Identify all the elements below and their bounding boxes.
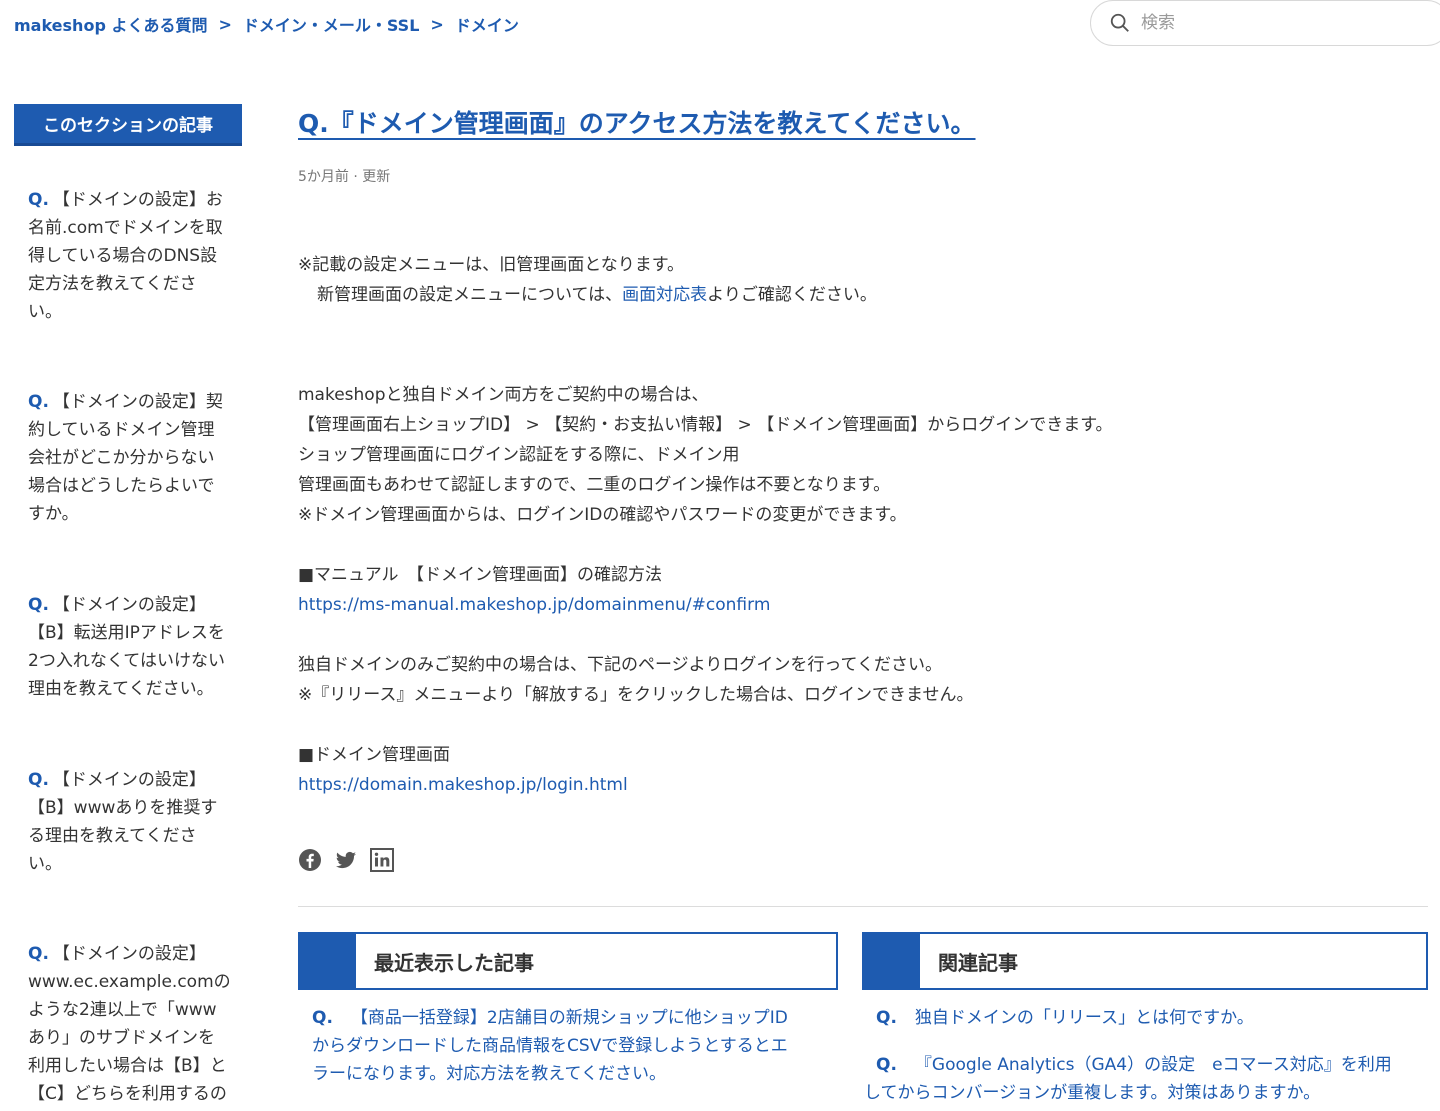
q-mark: Q. (876, 1008, 897, 1028)
article-meta: 5か月前 · 更新 (298, 169, 391, 185)
breadcrumb-separator: > (218, 14, 232, 34)
breadcrumb-separator: > (430, 14, 444, 34)
breadcrumb: makeshop よくある質問 > ドメイン・メール・SSL > ドメイン (14, 12, 519, 36)
manual-heading: ■マニュアル 【ドメイン管理画面】の確認方法 (298, 565, 663, 585)
share-buttons (298, 848, 394, 872)
header-accent (300, 934, 356, 988)
notice-line: ※記載の設定メニューは、旧管理画面となります。 (298, 255, 685, 275)
screen-correspondence-link[interactable]: 画面対応表 (622, 285, 707, 305)
q-mark: Q. (28, 392, 49, 412)
manual-block: ■マニュアル 【ドメイン管理画面】の確認方法 https://ms-manual… (298, 560, 770, 620)
sidebar-article-5[interactable]: Q. 【ドメインの設定】 www.ec.example.comの ような2連以上で… (28, 940, 250, 1108)
q-mark: Q. (28, 190, 49, 210)
breadcrumb-item-category[interactable]: ドメイン・メール・SSL (243, 12, 420, 36)
sidebar-article-2[interactable]: Q. 【ドメインの設定】契 約しているドメイン管理 会社がどこか分からない 場合は… (28, 388, 250, 528)
search-input[interactable] (1141, 13, 1421, 33)
q-mark: Q. (312, 1008, 333, 1028)
section-sidebar: このセクションの記事 Q. 【ドメインの設定】お 名前.comでドメインを取 得し… (14, 104, 250, 1104)
body-line: ※ドメイン管理画面からは、ログインIDの確認やパスワードの変更ができます。 (298, 505, 907, 525)
body-line: 【管理画面右上ショップID】 > 【契約・お支払い情報】 > 【ドメイン管理画面… (298, 415, 1113, 435)
own-domain-block: 独自ドメインのみご契約中の場合は、下記のページよりログインを行ってください。 ※… (298, 650, 974, 710)
body-line: makeshopと独自ドメイン両方をご契約中の場合は、 (298, 385, 709, 405)
notice-line: 新管理画面の設定メニューについては、画面対応表よりご確認ください。 (317, 285, 877, 305)
sidebar-article-4[interactable]: Q. 【ドメインの設定】 【B】wwwありを推奨す る理由を教えてくださ い。 (28, 766, 250, 878)
sidebar-article-3[interactable]: Q. 【ドメインの設定】 【B】転送用IPアドレスを 2つ入れなくてはいけない 理… (28, 591, 250, 703)
search-icon (1110, 13, 1129, 32)
body-block: makeshopと独自ドメイン両方をご契約中の場合は、 【管理画面右上ショップI… (298, 380, 1113, 530)
domain-login-link[interactable]: https://domain.makeshop.jp/login.html (298, 775, 628, 795)
section-divider (298, 906, 1428, 907)
section-articles-header: このセクションの記事 (14, 104, 242, 146)
related-article-item[interactable]: Q. 『Google Analytics（GA4）の設定 eコマース対応』を利用 … (864, 1051, 1428, 1107)
recent-article-item[interactable]: Q. 【商品一括登録】2店舗目の新規ショップに他ショップID からダウンロードした… (312, 1004, 842, 1088)
body-line: ※『リリース』メニューより「解放する」をクリックした場合は、ログインできません。 (298, 685, 974, 705)
twitter-icon[interactable] (334, 848, 358, 872)
q-mark: Q. (28, 595, 49, 615)
manual-link[interactable]: https://ms-manual.makeshop.jp/domainmenu… (298, 595, 770, 615)
q-mark: Q. (28, 944, 49, 964)
domain-admin-heading: ■ドメイン管理画面 (298, 745, 451, 765)
recent-articles-header: 最近表示した記事 (298, 932, 838, 990)
notice-block: ※記載の設定メニューは、旧管理画面となります。 新管理画面の設定メニューについて… (298, 250, 877, 310)
body-line: 独自ドメインのみご契約中の場合は、下記のページよりログインを行ってください。 (298, 655, 942, 675)
body-line: 管理画面もあわせて認証しますので、二重のログイン操作は不要となります。 (298, 475, 891, 495)
search-box[interactable] (1090, 0, 1440, 46)
q-mark: Q. (876, 1055, 897, 1075)
breadcrumb-item-section[interactable]: ドメイン (455, 12, 519, 36)
related-article-item[interactable]: Q. 独自ドメインの「リリース」とは何ですか。 (876, 1004, 1432, 1032)
domain-admin-block: ■ドメイン管理画面 https://domain.makeshop.jp/log… (298, 740, 628, 800)
linkedin-icon[interactable] (370, 848, 394, 872)
breadcrumb-item-home[interactable]: makeshop よくある質問 (14, 12, 207, 36)
related-articles-header: 関連記事 (862, 932, 1428, 990)
header-accent (864, 934, 920, 988)
body-line: ショップ管理画面にログイン認証をする際に、ドメイン用 (298, 445, 740, 465)
sidebar-article-1[interactable]: Q. 【ドメインの設定】お 名前.comでドメインを取 得している場合のDNS設 … (28, 186, 250, 326)
facebook-icon[interactable] (298, 848, 322, 872)
q-mark: Q. (28, 770, 49, 790)
article-title[interactable]: Q.『ドメイン管理画面』のアクセス方法を教えてください。 (298, 104, 976, 140)
